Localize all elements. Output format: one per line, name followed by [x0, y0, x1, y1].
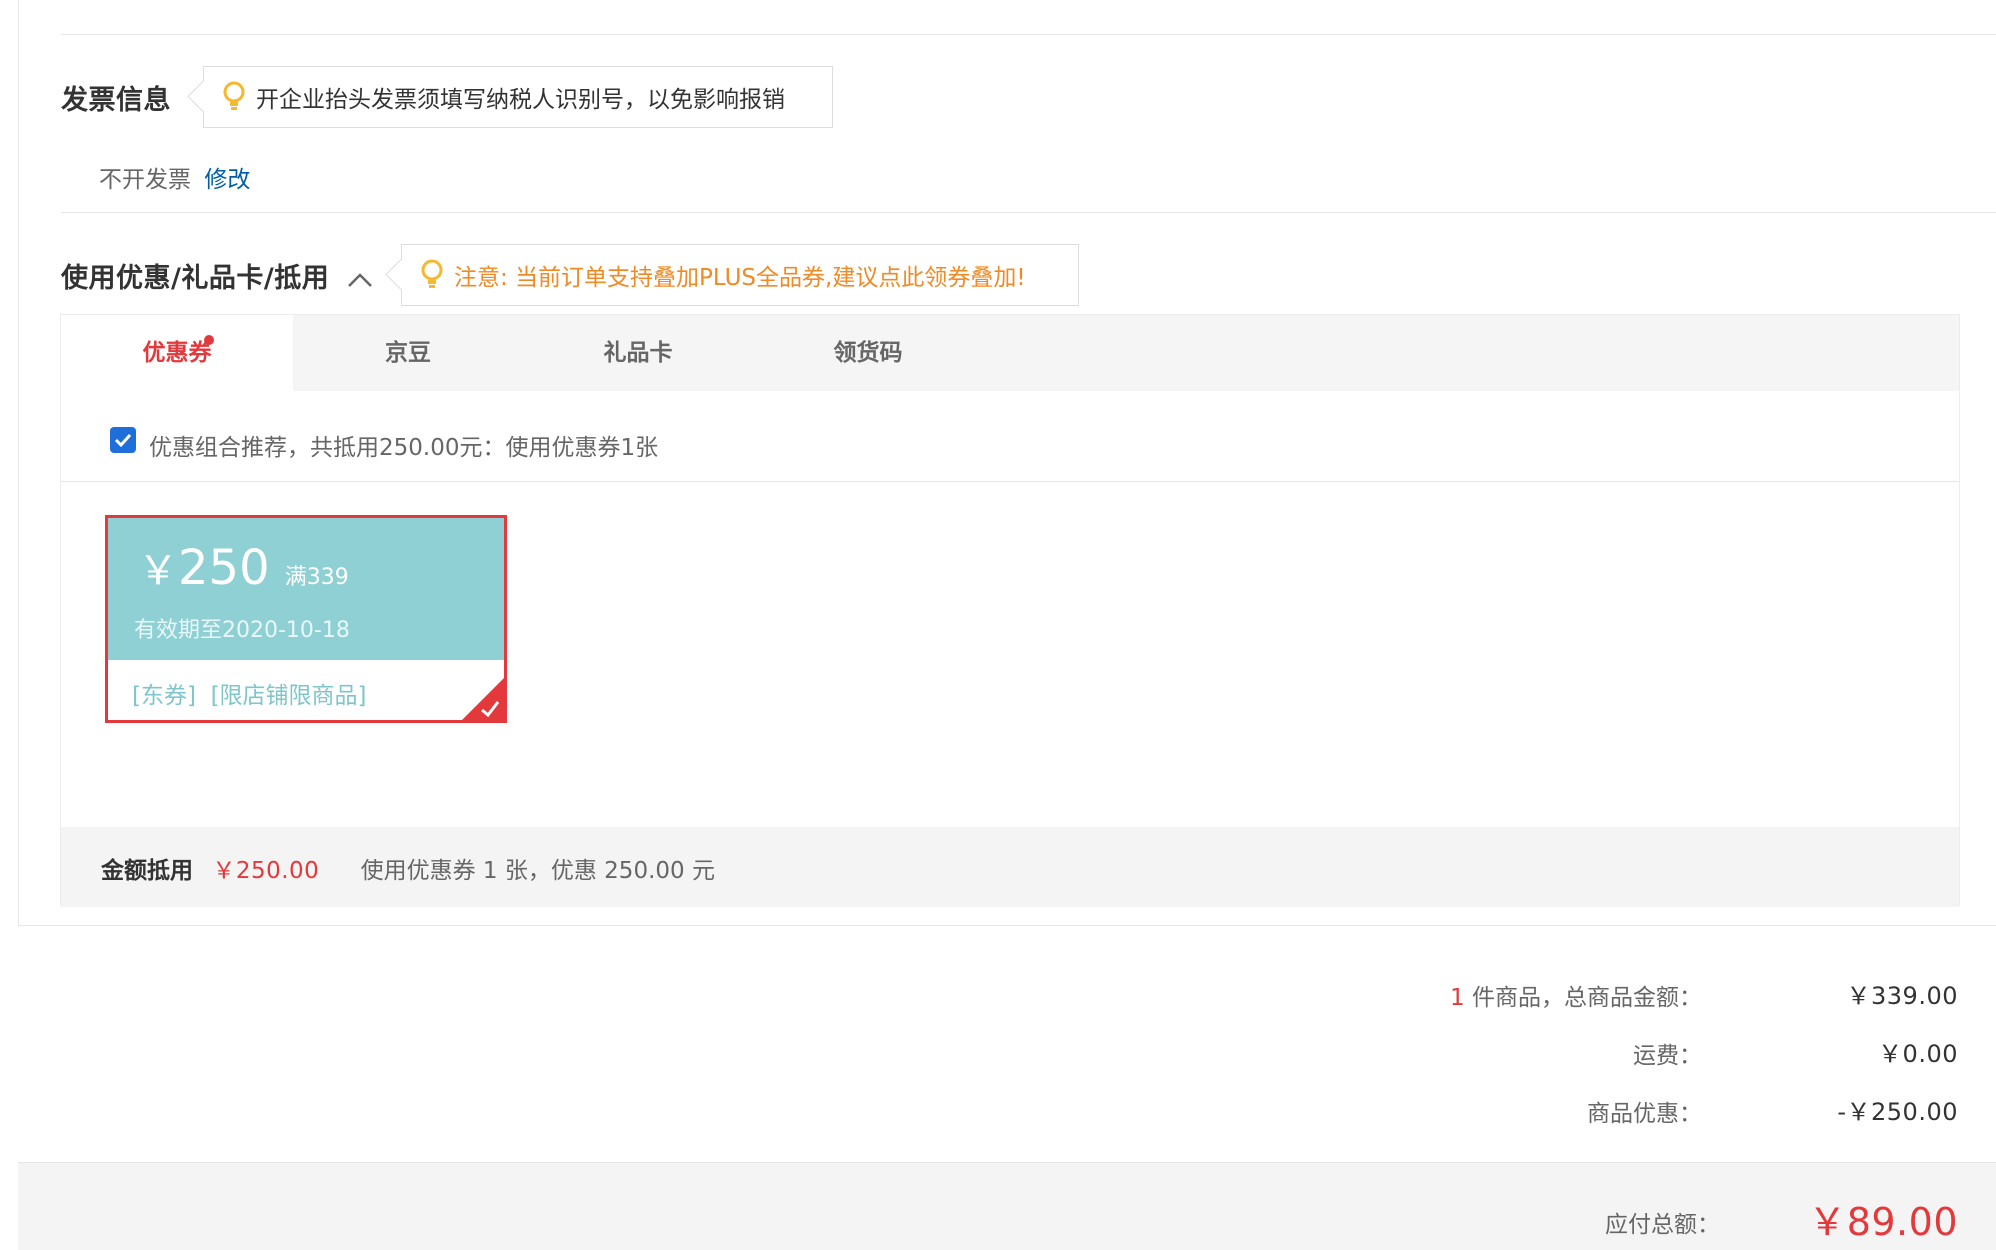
tab-coupons-dot [204, 335, 214, 345]
summary-shipping-value: ￥0.00 [1878, 1040, 1958, 1068]
coupon-footer: 金额抵用 ￥250.00 使用优惠券 1 张，优惠 250.00 元 [61, 827, 1959, 907]
tab-giftcard-label: 礼品卡 [603, 340, 673, 366]
coupon-tabbar: 优惠券 京豆 礼品卡 领货码 [61, 315, 1959, 391]
invoice-current: 不开发票 [99, 167, 191, 193]
invoice-title: 发票信息 [61, 85, 171, 116]
footer-label: 金额抵用 [101, 858, 193, 884]
summary-goods-label: 1 件商品，总商品金额： [1450, 978, 1702, 1012]
summary-shipping-label: 运费： [1633, 1043, 1702, 1069]
coupon-tags: [东券] [限店铺限商品] [132, 683, 367, 709]
tab-jingdou[interactable]: 京豆 [293, 315, 523, 391]
top-divider [61, 34, 1996, 35]
tab-jingdou-label: 京豆 [385, 340, 431, 366]
invoice-tip-text: 开企业抬头发票须填写纳税人识别号，以免影响报销 [256, 87, 785, 113]
discount-title-text: 使用优惠/礼品卡/抵用 [61, 263, 330, 294]
coupon-threshold: 满339 [284, 565, 349, 590]
tab-coupons-label: 优惠券 [142, 340, 212, 366]
recommend-label: 优惠组合推荐，共抵用250.00元：使用优惠券1张 [149, 435, 659, 461]
summary-count: 1 [1450, 985, 1465, 1011]
tab-coupons[interactable]: 优惠券 [61, 315, 293, 391]
invoice-divider [61, 212, 1996, 213]
tab-redeem-code-label: 领货码 [833, 340, 903, 366]
coupon-divider [61, 481, 1959, 482]
footer-amount: ￥250.00 [212, 858, 320, 884]
discount-notice[interactable]: 注意: 当前订单支持叠加PLUS全品券,建议点此领券叠加! [401, 244, 1079, 306]
lightbulb-icon [223, 81, 245, 110]
total-value: ￥89.00 [1808, 1200, 1958, 1244]
coupon-card-header: ￥250 满339 有效期至2020-10-18 [108, 518, 504, 660]
coupon-panel: 优惠券 京豆 礼品卡 领货码 优惠组合推荐，共抵用250.00元：使用优惠券1张… [60, 314, 1960, 907]
chevron-up-icon[interactable] [347, 271, 373, 289]
coupon-footer-text: 金额抵用 ￥250.00 使用优惠券 1 张，优惠 250.00 元 [101, 851, 715, 885]
total-label: 应付总额： [1605, 1212, 1720, 1238]
summary-goods-text: 件商品，总商品金额： [1464, 985, 1702, 1011]
discount-title[interactable]: 使用优惠/礼品卡/抵用 [61, 256, 373, 295]
invoice-edit-link[interactable]: 修改 [204, 167, 250, 193]
lightbulb-icon [421, 259, 443, 288]
invoice-status: 不开发票 修改 [99, 160, 250, 194]
checkmark-icon [114, 433, 132, 447]
discount-notice-text: 注意: 当前订单支持叠加PLUS全品券,建议点此领券叠加! [454, 265, 1026, 291]
summary-discount-value: -￥250.00 [1837, 1098, 1958, 1126]
footer-desc: 使用优惠券 1 张，优惠 250.00 元 [360, 858, 715, 884]
tab-redeem-code[interactable]: 领货码 [753, 315, 983, 391]
coupon-validity: 有效期至2020-10-18 [134, 618, 350, 643]
coupon-amount: 250 [178, 540, 270, 596]
summary-goods-value: ￥339.00 [1846, 982, 1958, 1010]
total-bar: 应付总额： ￥89.00 [18, 1162, 1996, 1250]
summary-discount-label: 商品优惠： [1587, 1101, 1702, 1127]
invoice-tip: 开企业抬头发票须填写纳税人识别号，以免影响报销 [203, 66, 833, 128]
coupon-card[interactable]: ￥250 满339 有效期至2020-10-18 [东券] [限店铺限商品] [105, 515, 507, 723]
coupon-value: ￥250 满339 [138, 538, 349, 596]
tab-giftcard[interactable]: 礼品卡 [523, 315, 753, 391]
selected-corner-check-icon [462, 678, 504, 720]
coupon-currency: ￥ [138, 548, 178, 594]
recommend-checkbox[interactable] [110, 427, 136, 453]
